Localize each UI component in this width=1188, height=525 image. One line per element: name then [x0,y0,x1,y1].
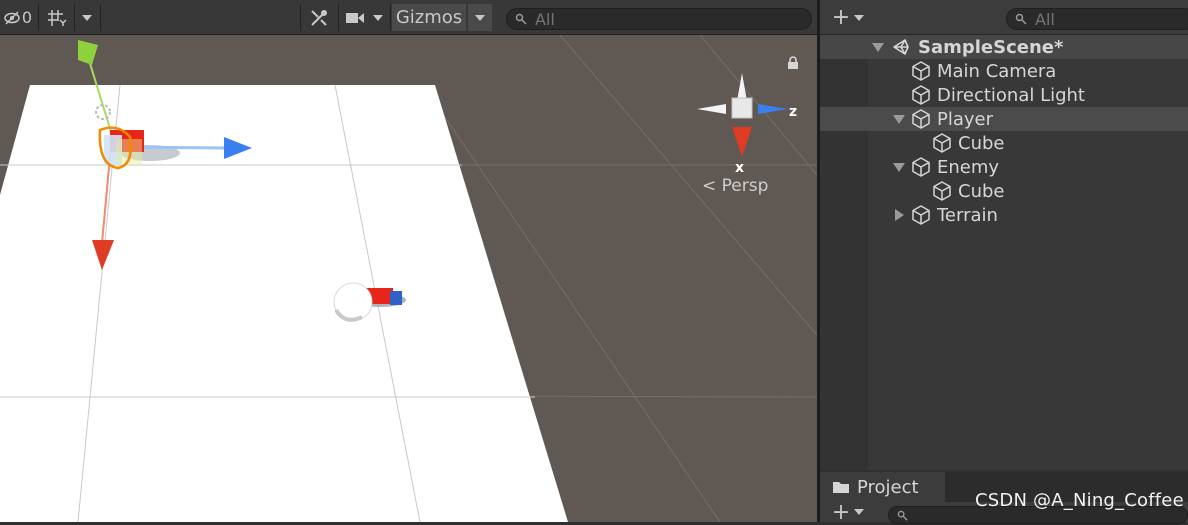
search-icon [897,510,908,521]
scene-viewport[interactable]: z x [0,35,817,522]
gameobject-cube-icon [912,205,930,225]
plus-icon: + [831,5,851,30]
gizmos-dropdown[interactable] [468,4,492,31]
expand-arrow-icon[interactable] [893,114,905,124]
folder-icon [833,482,849,493]
gameobject-cube-icon [933,133,951,153]
grid-snapping-button[interactable] [42,4,72,31]
hierarchy-search[interactable] [1006,8,1188,30]
scene-toolbar: 0 Gizmos All [0,0,817,35]
gameobject-cube-icon [912,109,930,129]
chevron-down-icon [82,14,92,21]
scene-name: SampleScene* [918,36,1064,58]
hierarchy-panel: + SampleScene* Main Camera [820,0,1188,470]
unity-scene-icon [893,39,909,55]
chevron-down-icon [854,14,865,21]
chevron-down-icon [373,14,383,21]
hierarchy-item-label: Main Camera [937,60,1057,82]
scene-search-input[interactable] [535,9,735,29]
lock-icon[interactable] [787,56,799,70]
hidden-eye-icon [4,10,20,25]
hierarchy-item[interactable]: Main Camera [820,59,1188,83]
scene-tools-button[interactable] [304,4,334,31]
persp-label: Persp [721,176,769,196]
hierarchy-item[interactable]: Cube [820,179,1188,203]
hierarchy-item[interactable]: Directional Light [820,83,1188,107]
camera-icon [346,12,364,23]
scene-camera-button[interactable] [342,4,368,31]
scene-visibility-toggle[interactable]: 0 [0,4,36,31]
hierarchy-item-label: Player [937,108,994,130]
hierarchy-toolbar: + [820,0,1188,35]
project-create-button[interactable]: + [828,499,868,525]
expand-arrow-icon [872,42,884,52]
create-dropdown-button[interactable]: + [828,4,868,31]
collapsed-arrow-icon[interactable] [895,209,904,221]
hierarchy-item-label: Cube [958,132,1005,154]
project-tab-label: Project [857,476,919,498]
grid-snap-icon [48,9,67,26]
search-icon [515,13,527,25]
scene-search[interactable] [506,8,812,30]
hierarchy-item[interactable]: Terrain [820,203,1188,227]
scene-row[interactable]: SampleScene* [820,35,1188,59]
expand-arrow-icon[interactable] [893,162,905,172]
hierarchy-item-selected[interactable]: Player [820,107,1188,131]
axis-z-label: z [789,104,797,120]
hierarchy-item-label: Terrain [937,204,998,226]
gameobject-cube-icon [912,61,930,81]
hierarchy-item-label: Directional Light [937,84,1085,106]
orientation-gizmo[interactable]: z x [697,73,797,176]
gizmos-button[interactable]: Gizmos [392,4,466,31]
hierarchy-item-label: Enemy [937,156,1000,178]
chevron-down-icon [854,509,865,515]
tools-icon [311,9,327,26]
axis-x-label: x [735,160,744,176]
plus-icon: + [831,499,851,525]
gameobject-cube-icon [912,157,930,177]
persp-chevron-icon: < [702,176,717,196]
tab-project[interactable]: Project [820,472,945,502]
gameobject-cube-icon [933,181,951,201]
watermark-text: CSDN @A_Ning_Coffee [975,490,1184,511]
scene-view[interactable]: z x < Persp 0 Gizmos All [0,0,817,522]
hierarchy-item-label: Cube [958,180,1005,202]
search-icon [1015,13,1027,25]
hierarchy-tree: SampleScene* Main Camera Directional Lig… [820,35,1188,470]
hierarchy-item[interactable]: Enemy [820,155,1188,179]
persp-toggle[interactable]: < Persp [702,176,768,196]
grid-snapping-dropdown[interactable] [76,4,98,31]
hierarchy-search-input[interactable] [1035,9,1175,29]
ground-plane[interactable] [0,85,568,522]
camera-dropdown[interactable] [368,4,388,31]
visibility-count: 0 [21,8,33,27]
chevron-down-icon [475,14,485,21]
gameobject-cube-icon [912,85,930,105]
hierarchy-item[interactable]: Cube [820,131,1188,155]
